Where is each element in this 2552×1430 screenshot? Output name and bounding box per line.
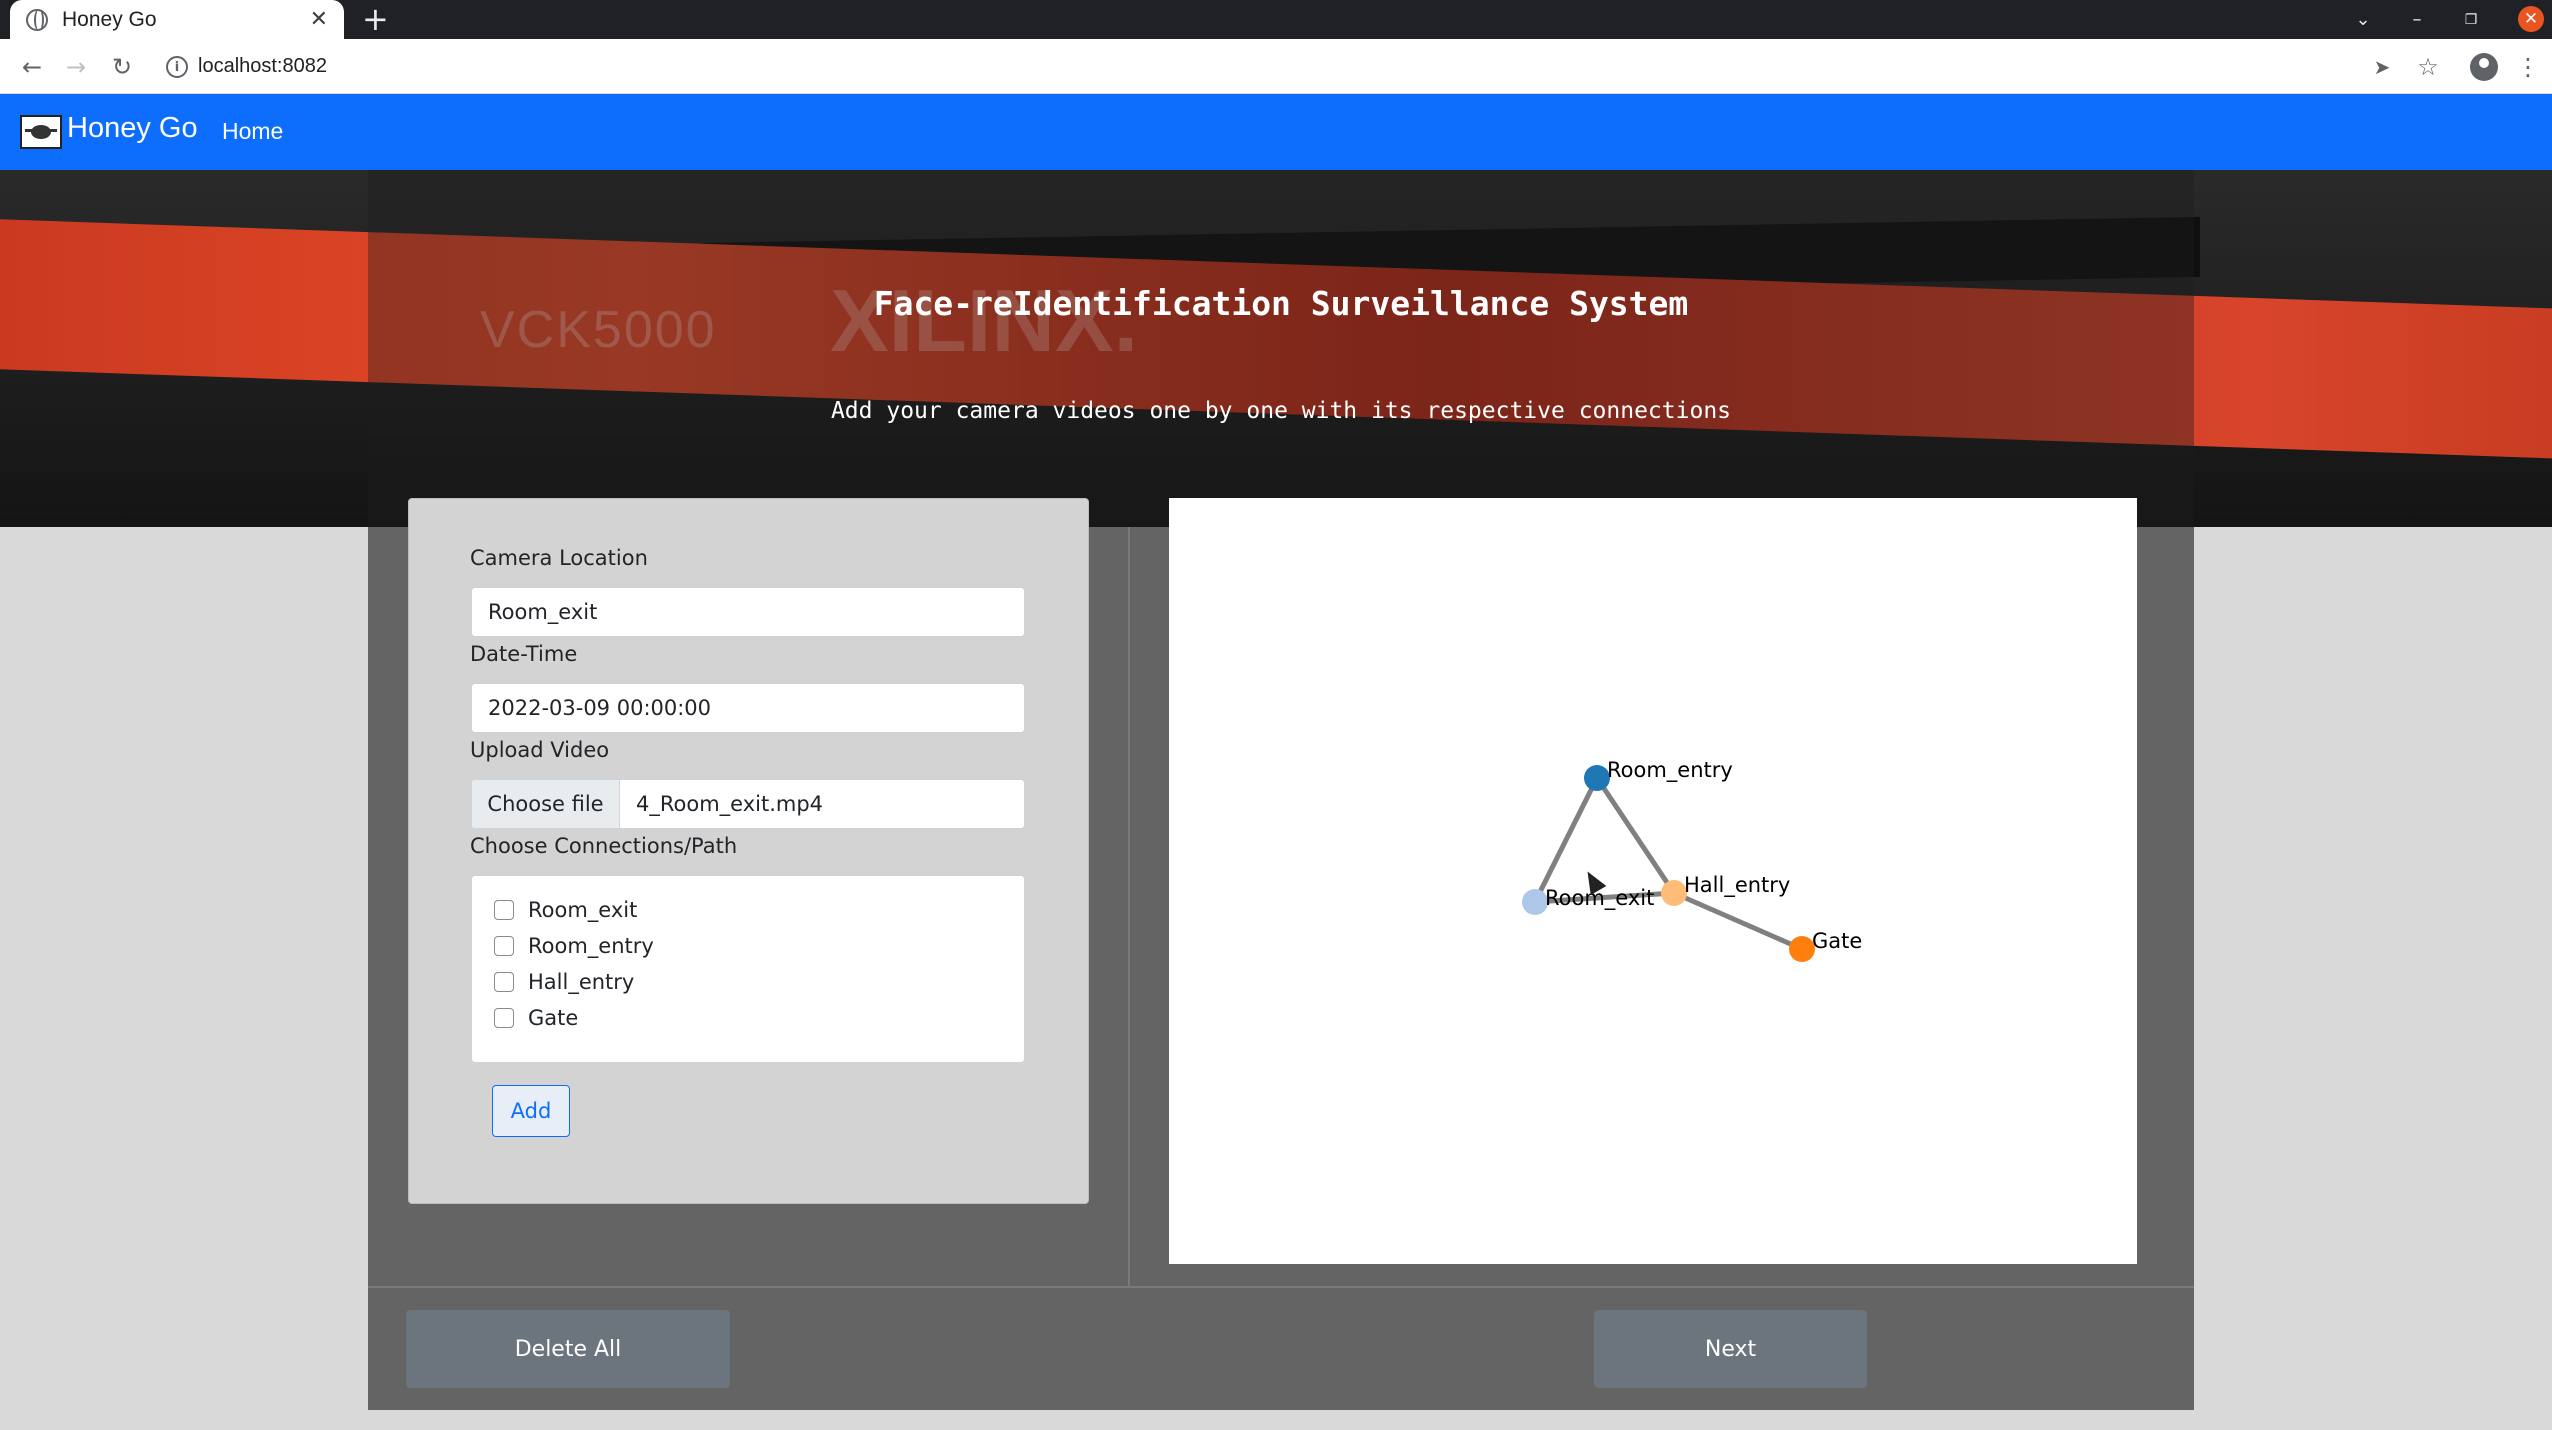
- checkbox[interactable]: [494, 936, 514, 956]
- page-subtitle: Add your camera videos one by one with i…: [830, 398, 1732, 424]
- back-icon[interactable]: ←: [14, 49, 50, 85]
- bookmark-star-icon[interactable]: ☆: [2410, 49, 2446, 85]
- datetime-label: Date-Time: [470, 642, 578, 666]
- new-tab-button[interactable]: +: [362, 2, 389, 36]
- camera-graph-card: Room_entry Room_exit Hall_entry Gate: [1169, 498, 2137, 1264]
- browser-toolbar: ← → ↻ i localhost:8082 ➤ ☆ ⋮: [0, 39, 2552, 94]
- checkbox[interactable]: [494, 972, 514, 992]
- connection-label: Room_entry: [528, 934, 654, 958]
- profile-avatar-icon[interactable]: [2470, 53, 2498, 81]
- choose-file-button[interactable]: Choose file: [472, 780, 620, 828]
- datetime-input[interactable]: 2022-03-09 00:00:00: [471, 683, 1025, 733]
- graph-node-label: Gate: [1812, 929, 1862, 953]
- reload-icon[interactable]: ↻: [104, 49, 140, 85]
- camera-graph: Room_entryRoom_exitHall_entryGate: [1522, 758, 1862, 962]
- graph-edge: [1594, 776, 1677, 895]
- browser-tab-strip: Honey Go ✕ + ⌄ – ❐ ✕: [0, 0, 2552, 39]
- globe-icon: [26, 8, 48, 31]
- connection-option-room-entry[interactable]: Room_entry: [494, 934, 654, 958]
- graph-node-label: Hall_entry: [1684, 873, 1790, 898]
- connections-label: Choose Connections/Path: [470, 834, 738, 858]
- next-button[interactable]: Next: [1594, 1310, 1867, 1388]
- connections-checklist: Room_exit Room_entry Hall_entry Gate: [471, 875, 1025, 1063]
- upload-video-input[interactable]: Choose file 4_Room_exit.mp4: [471, 779, 1025, 829]
- connection-option-gate[interactable]: Gate: [494, 1006, 578, 1030]
- upload-video-label: Upload Video: [470, 738, 610, 762]
- footer-divider: [368, 1286, 2194, 1288]
- forward-icon[interactable]: →: [58, 49, 94, 85]
- page-title: Face-reIdentification Surveillance Syste…: [873, 284, 1689, 323]
- graph-node-label: Room_entry: [1607, 758, 1733, 783]
- connection-label: Gate: [528, 1006, 579, 1030]
- selected-file-name: 4_Room_exit.mp4: [636, 792, 824, 816]
- connection-label: Room_exit: [528, 898, 638, 922]
- connection-option-room-exit[interactable]: Room_exit: [494, 898, 637, 922]
- navbar-brand[interactable]: Honey Go: [67, 112, 198, 145]
- delete-all-button[interactable]: Delete All: [406, 1310, 730, 1388]
- minimize-icon[interactable]: –: [2402, 0, 2432, 39]
- nav-home-link[interactable]: Home: [222, 118, 283, 145]
- tab-close-icon[interactable]: ✕: [310, 7, 328, 32]
- column-divider: [1128, 527, 1130, 1287]
- window-close-icon[interactable]: ✕: [2518, 6, 2544, 32]
- send-icon[interactable]: ➤: [2364, 49, 2400, 85]
- add-camera-button[interactable]: Add: [492, 1085, 570, 1137]
- checkbox[interactable]: [494, 900, 514, 920]
- address-bar[interactable]: localhost:8082: [198, 55, 327, 78]
- tab-title: Honey Go: [62, 7, 157, 31]
- connection-option-hall-entry[interactable]: Hall_entry: [494, 970, 634, 994]
- restore-icon[interactable]: ❐: [2456, 0, 2486, 39]
- honey-go-logo-icon[interactable]: [20, 115, 62, 149]
- connection-label: Hall_entry: [528, 970, 635, 994]
- checkbox[interactable]: [494, 1008, 514, 1028]
- app-navbar: Honey Go Home: [0, 94, 2552, 170]
- browser-tab[interactable]: Honey Go ✕: [10, 0, 344, 39]
- browser-menu-icon[interactable]: ⋮: [2510, 49, 2546, 85]
- camera-location-input[interactable]: Room_exit: [471, 587, 1025, 637]
- site-info-icon[interactable]: i: [166, 56, 188, 78]
- camera-location-label: Camera Location: [470, 546, 648, 570]
- tab-search-chevron-icon[interactable]: ⌄: [2348, 0, 2378, 39]
- graph-edge: [1672, 890, 1804, 952]
